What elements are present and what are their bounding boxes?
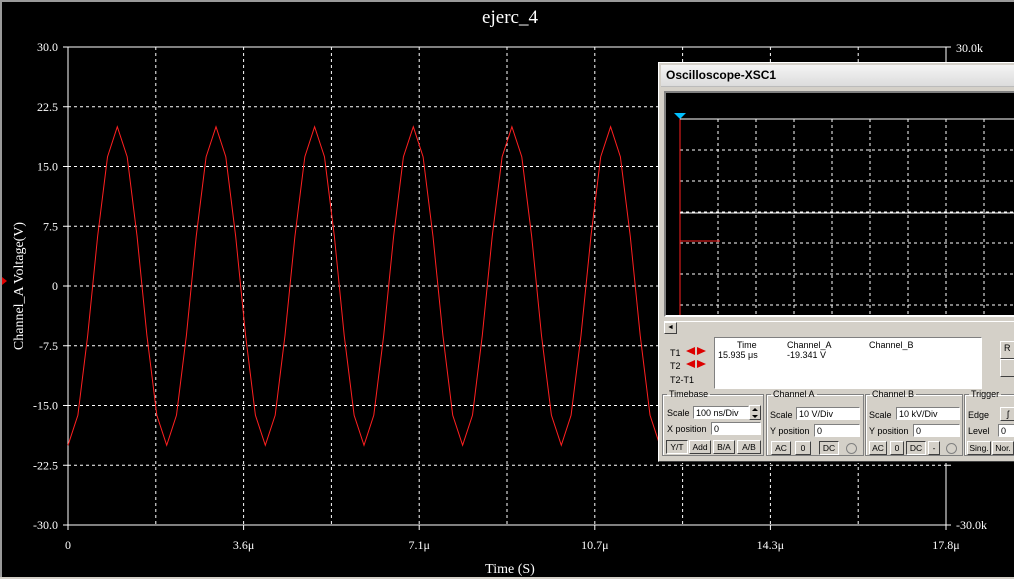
y-tick-label: 0 (52, 279, 58, 293)
channel-a-group: Channel A Scale 10 V/Div Y position 0 AC… (766, 389, 864, 456)
x-tick-label: 10.7μ (581, 538, 608, 552)
trigger-edge-label: Edge (968, 410, 990, 420)
x-tick-label: 14.3μ (757, 538, 784, 552)
t2-t1-label: T2-T1 (670, 375, 695, 385)
channel-b-radio-icon[interactable] (946, 443, 957, 454)
channel-a-legend: Channel A (773, 389, 815, 399)
channel-b-ypos-input[interactable]: 0 (913, 424, 960, 437)
t1-arrows-icon[interactable] (686, 347, 707, 356)
y-tick-label: -30.0 (33, 518, 58, 532)
x-tick-label: 17.8μ (932, 538, 959, 552)
right-axis-top-tick: 30.0k (956, 41, 983, 55)
t1-label: T1 (670, 348, 681, 358)
screen-scrollbar[interactable]: ◄ (664, 321, 1014, 335)
t1-channel-a-value: -19.341 V (787, 350, 827, 360)
channel-b-legend: Channel B (872, 389, 915, 399)
x-position-input[interactable]: 0 (711, 422, 761, 435)
scroll-left-arrow-icon[interactable]: ◄ (664, 322, 677, 334)
reverse-button[interactable]: R (1000, 341, 1014, 359)
oscilloscope-titlebar[interactable]: Oscilloscope-XSC1 (661, 65, 1014, 87)
channel-b-ac-button[interactable]: AC (869, 441, 887, 455)
x-position-label: X position (667, 424, 707, 434)
x-axis-label: Time (S) (485, 562, 535, 577)
y-tick-label: 22.5 (37, 100, 58, 114)
x-tick-label: 7.1μ (408, 538, 429, 552)
channel-a-ypos-label: Y position (770, 426, 810, 436)
col-channel-a: Channel_A (787, 340, 832, 350)
channel-a-scale-label: Scale (770, 410, 793, 420)
plot-cursor-marker[interactable] (2, 277, 7, 285)
trigger-level-input[interactable]: 0 (998, 424, 1014, 437)
channel-b-group: Channel B Scale 10 kV/Div Y position 0 A… (865, 389, 963, 456)
t2-arrows-icon[interactable] (686, 360, 707, 369)
y-tick-label: 15.0 (37, 160, 58, 174)
y-tick-label: -7.5 (39, 339, 58, 353)
save-button[interactable] (1000, 359, 1014, 377)
right-axis-bottom-tick: -30.0k (956, 518, 987, 532)
x-tick-label: 0 (65, 538, 71, 552)
timebase-scale-label: Scale (667, 408, 690, 418)
oscilloscope-window[interactable]: Oscilloscope-XSC1 ◄ T1 T2 T2-T1 Time Cha… (658, 62, 1014, 462)
trigger-group: Trigger Edge ʃ Level 0 Sing. Nor. (964, 389, 1014, 456)
x-tick-labels: 0 3.6μ 7.1μ 10.7μ 14.3μ 17.8μ (65, 525, 960, 552)
timebase-legend: Timebase (669, 389, 709, 399)
y-tick-label: 7.5 (43, 219, 58, 233)
channel-b-ypos-label: Y position (869, 426, 909, 436)
channel-a-dc-button[interactable]: DC (819, 441, 839, 455)
add-button[interactable]: Add (689, 440, 711, 454)
t1-time-value: 15.935 μs (718, 350, 758, 360)
y-tick-label: -15.0 (33, 399, 58, 413)
timebase-group: Timebase Scale 100 ns/Div X position 0 Y… (662, 389, 764, 456)
channel-a-zero-button[interactable]: 0 (795, 441, 811, 455)
channel-b-dc-button[interactable]: DC (906, 441, 926, 455)
trigger-single-button[interactable]: Sing. (967, 441, 991, 455)
channel-a-radio-icon[interactable] (846, 443, 857, 454)
channel-b-scale-label: Scale (869, 410, 892, 420)
oscilloscope-display (674, 113, 1014, 315)
timebase-scale-spinner-icon[interactable] (749, 405, 761, 420)
channel-b-scale-input[interactable]: 10 kV/Div (896, 407, 960, 420)
channel-b-zero-button[interactable]: 0 (890, 441, 904, 455)
yt-button[interactable]: Y/T (666, 440, 688, 454)
y-axis-label: Channel_A Voltage(V) (12, 222, 27, 351)
y-tick-label: -22.5 (33, 458, 58, 472)
oscilloscope-grid (680, 119, 1014, 315)
cursor-t1-handle[interactable] (674, 113, 686, 119)
t2-label: T2 (670, 361, 681, 371)
channel-a-ac-button[interactable]: AC (771, 441, 791, 455)
channel-b-minus-button[interactable]: - (928, 441, 940, 455)
cursor-panel: T1 T2 T2-T1 Time Channel_A Channel_B 15.… (664, 335, 1014, 389)
trigger-level-label: Level (968, 426, 990, 436)
plot-title: ejerc_4 (482, 7, 538, 28)
y-tick-label: 30.0 (37, 40, 58, 54)
a-over-b-button[interactable]: A/B (737, 440, 761, 454)
trigger-normal-button[interactable]: Nor. (992, 441, 1014, 455)
col-time: Time (737, 340, 757, 350)
trigger-legend: Trigger (971, 389, 1000, 399)
channel-a-ypos-input[interactable]: 0 (814, 424, 860, 437)
timebase-scale-input[interactable]: 100 ns/Div (693, 406, 749, 419)
cursor-readout: Time Channel_A Channel_B 15.935 μs -19.3… (714, 337, 982, 389)
oscilloscope-title: Oscilloscope-XSC1 (666, 68, 777, 82)
x-tick-label: 3.6μ (233, 538, 254, 552)
channel-a-scale-input[interactable]: 10 V/Div (796, 407, 860, 420)
oscilloscope-screen[interactable] (664, 91, 1014, 317)
col-channel-b: Channel_B (869, 340, 914, 350)
trigger-edge-rising-icon[interactable]: ʃ (1000, 407, 1014, 421)
b-over-a-button[interactable]: B/A (713, 440, 735, 454)
